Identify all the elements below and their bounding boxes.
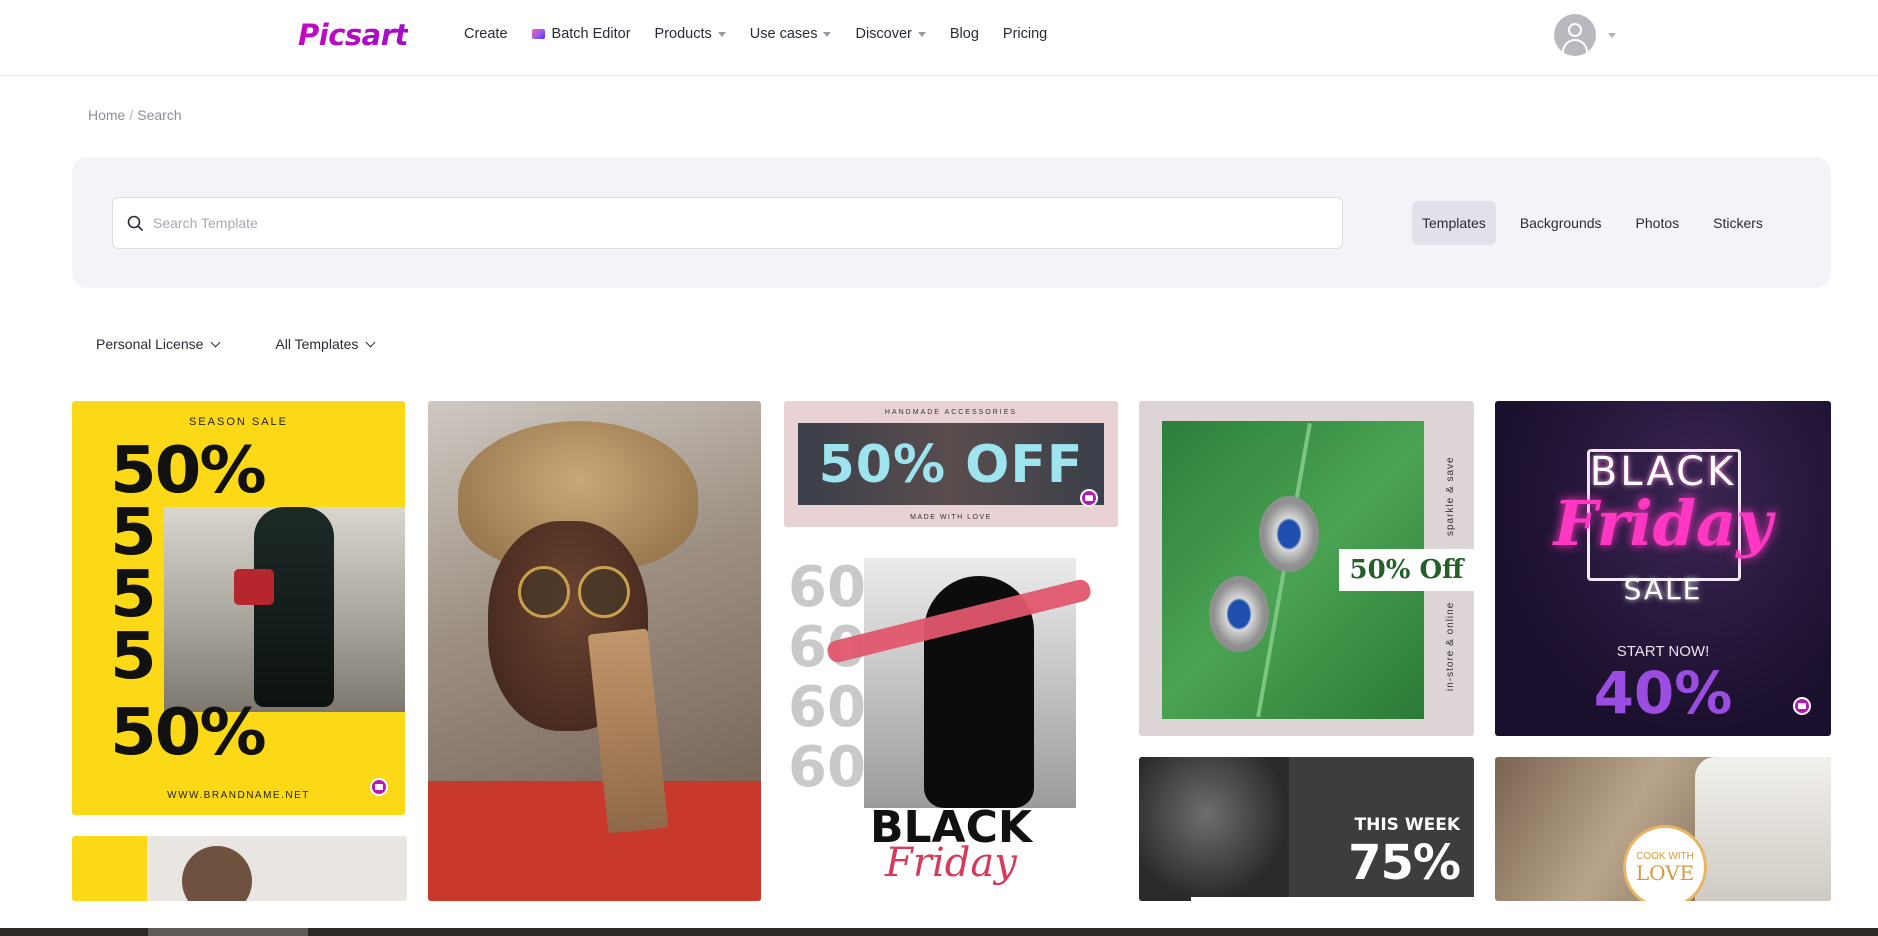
template-card-partial[interactable] — [72, 836, 407, 901]
breadcrumb-separator: / — [129, 107, 134, 123]
nav-blog[interactable]: Blog — [950, 26, 979, 42]
template-percent: 40% — [1593, 659, 1733, 727]
photo-earring-shape — [1209, 576, 1269, 652]
template-script-text: Friday — [885, 840, 1017, 886]
license-filter-dropdown[interactable]: Personal License — [96, 336, 221, 352]
template-big-text: 5 — [110, 620, 157, 694]
template-big-text: 50% — [110, 696, 267, 770]
photo-top-shape — [428, 781, 761, 901]
template-color-block — [72, 836, 147, 901]
breadcrumb-home[interactable]: Home — [88, 107, 125, 123]
template-card-season-sale[interactable]: SEASON SALE 50% 5 5 5 50% WWW.BRANDNAME.… — [72, 401, 405, 815]
tab-templates[interactable]: Templates — [1412, 201, 1496, 245]
nav-pricing[interactable]: Pricing — [1003, 26, 1047, 42]
template-big-text: 50% — [110, 434, 267, 508]
license-filter-label: Personal License — [96, 336, 204, 352]
breadcrumb-current: Search — [137, 107, 182, 123]
template-percent: 75% — [1348, 835, 1461, 891]
photo-earring-shape — [1259, 496, 1319, 572]
avatar-body-shape — [1562, 39, 1588, 56]
main-nav: Create Batch Editor Products Use cases D… — [464, 26, 1071, 42]
batch-editor-icon — [531, 29, 545, 39]
template-photo — [164, 507, 405, 712]
search-box[interactable] — [112, 197, 1343, 249]
photo-sunglass-left-shape — [518, 566, 570, 618]
search-panel: Templates Backgrounds Photos Stickers — [72, 157, 1831, 288]
tab-photos[interactable]: Photos — [1626, 201, 1690, 245]
template-subtitle: SALE — [1623, 573, 1703, 606]
avatar-head-shape — [1568, 23, 1582, 37]
template-script-text: LOVE — [1635, 861, 1695, 885]
scroll-thumb[interactable] — [148, 928, 308, 936]
nav-batch-editor[interactable]: Batch Editor — [531, 26, 631, 42]
template-card-cook-with-love[interactable]: COOK WITH LOVE — [1495, 757, 1831, 901]
filter-bar: Personal License All Templates — [96, 336, 430, 352]
template-script-text: Friday — [1553, 487, 1773, 560]
template-underline-shape — [1191, 897, 1474, 901]
template-photo-band: 50% OFF — [798, 423, 1104, 505]
photo-figure-shape — [254, 507, 334, 707]
account-caret-down-icon[interactable] — [1608, 33, 1616, 38]
category-filter-dropdown[interactable]: All Templates — [275, 336, 376, 352]
caret-down-icon — [823, 32, 832, 37]
photo-bag-shape — [234, 569, 274, 605]
template-price-tag: 50% Off — [1339, 549, 1474, 591]
premium-crown-icon — [1080, 489, 1098, 507]
template-headline: 50% OFF — [818, 435, 1084, 495]
asset-type-tabs: Templates Backgrounds Photos Stickers — [1412, 201, 1787, 245]
tab-backgrounds[interactable]: Backgrounds — [1510, 201, 1612, 245]
nav-discover[interactable]: Discover — [855, 26, 926, 42]
template-big-text: 5 — [110, 496, 157, 570]
photo-model-shape — [1139, 757, 1289, 901]
photo-face-shape — [182, 846, 252, 901]
nav-discover-label: Discover — [855, 26, 912, 42]
nav-products[interactable]: Products — [655, 26, 726, 42]
picsart-logo[interactable]: Picsart — [298, 18, 408, 52]
premium-crown-icon — [1793, 697, 1811, 715]
template-tag-text: 50% Off — [1349, 555, 1464, 585]
template-cta: START NOW! — [1616, 643, 1710, 660]
template-footer-text: MADE WITH LOVE — [910, 514, 992, 521]
nav-create-label: Create — [464, 26, 508, 42]
top-header: Picsart Create Batch Editor Products Use… — [0, 0, 1878, 76]
nav-batch-editor-label: Batch Editor — [551, 26, 631, 42]
premium-crown-icon — [370, 778, 388, 796]
nav-create[interactable]: Create — [464, 26, 508, 42]
template-card-earrings[interactable]: 50% Off sparkle & save in-store & online — [1139, 401, 1474, 736]
template-title: THIS WEEK — [1354, 815, 1460, 835]
category-filter-label: All Templates — [275, 336, 359, 352]
template-side-text: in-store & online — [1445, 601, 1456, 691]
chevron-down-icon — [210, 337, 221, 347]
template-card-handmade-50-off[interactable]: HANDMADE ACCESSORIES 50% OFF MADE WITH L… — [784, 401, 1118, 527]
breadcrumb: Home / Search — [88, 107, 182, 123]
caret-down-icon — [917, 32, 926, 37]
template-eyebrow: SEASON SALE — [188, 416, 289, 428]
template-card-neon-black-friday[interactable]: BLACK Friday SALE START NOW! 40% — [1495, 401, 1831, 736]
chevron-down-icon — [365, 337, 376, 347]
template-big-text: 5 — [110, 558, 157, 632]
nav-use-cases-label: Use cases — [749, 26, 818, 42]
template-eyebrow: HANDMADE ACCESSORIES — [884, 409, 1018, 416]
nav-blog-label: Blog — [949, 26, 979, 42]
nav-use-cases[interactable]: Use cases — [750, 26, 832, 42]
template-side-text: sparkle & save — [1445, 456, 1456, 536]
nav-products-label: Products — [654, 26, 712, 42]
nav-pricing-label: Pricing — [1002, 26, 1048, 42]
caret-down-icon — [717, 32, 726, 37]
template-card-black-friday-60[interactable]: 60% 60% 60% 60% BLACK Friday — [784, 550, 1118, 901]
tab-stickers[interactable]: Stickers — [1703, 201, 1773, 245]
photo-sunglass-right-shape — [578, 566, 630, 618]
photo-chef-shape — [1695, 757, 1831, 901]
template-card-portrait[interactable] — [428, 401, 761, 901]
search-icon — [127, 215, 143, 231]
bottom-scroll-strip — [0, 928, 1878, 936]
template-url: WWW.BRANDNAME.NET — [167, 790, 310, 801]
search-input[interactable] — [153, 198, 1333, 248]
template-card-this-week[interactable]: THIS WEEK 75% — [1139, 757, 1474, 901]
user-avatar[interactable] — [1554, 14, 1596, 56]
